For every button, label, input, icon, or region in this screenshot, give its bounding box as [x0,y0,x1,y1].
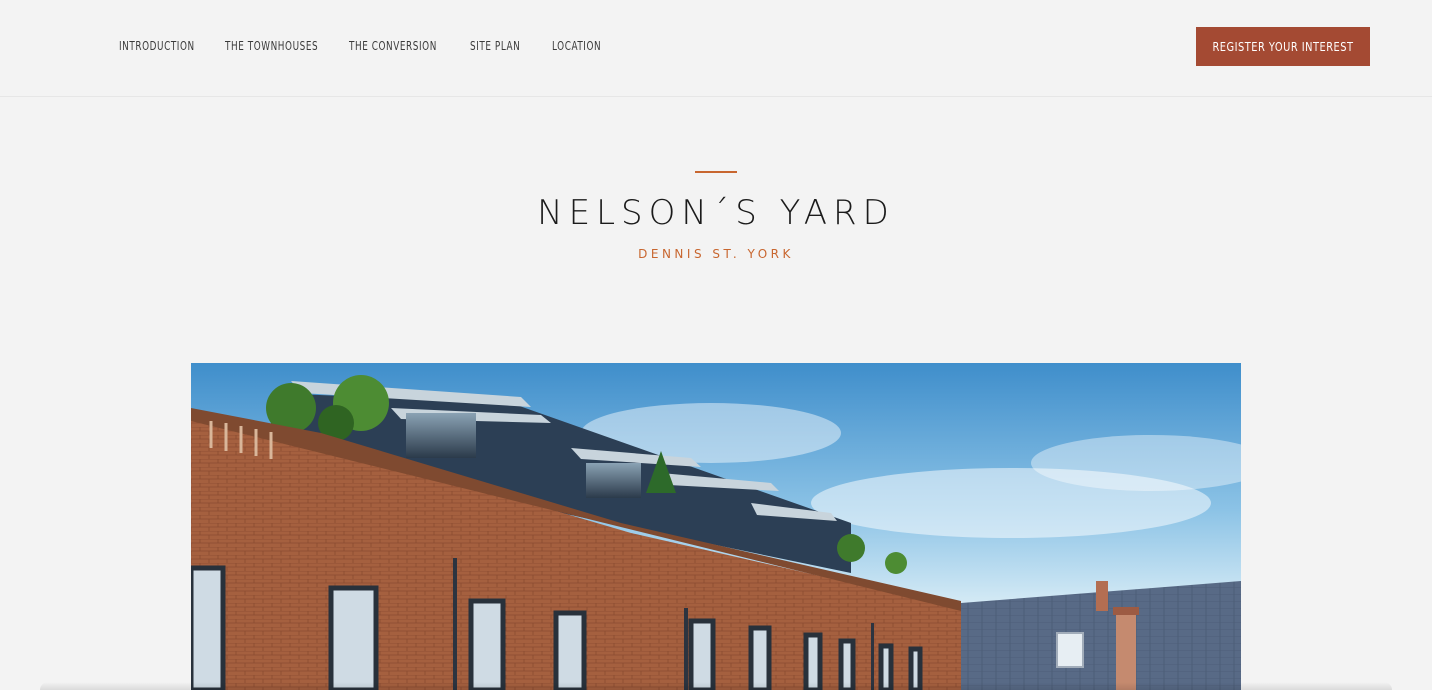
main-nav: INTRODUCTION THE TOWNHOUSES THE CONVERSI… [119,37,634,55]
nav-the-townhouses[interactable]: THE TOWNHOUSES [225,37,318,55]
nav-location[interactable]: LOCATION [552,37,601,55]
townhouse-illustration [191,375,1241,690]
hero-image [191,363,1241,690]
nav-site-plan[interactable]: SITE PLAN [470,37,520,55]
page-subtitle: DENNIS ST. YORK [638,247,794,261]
register-interest-label: REGISTER YOUR INTEREST [1212,39,1354,54]
nav-introduction[interactable]: INTRODUCTION [119,37,194,55]
page-title: NELSON´S YARD [537,193,895,233]
site-header: INTRODUCTION THE TOWNHOUSES THE CONVERSI… [0,0,1432,97]
register-interest-button[interactable]: REGISTER YOUR INTEREST [1196,27,1370,66]
nav-the-conversion[interactable]: THE CONVERSION [349,37,436,55]
page-fold-shadow [40,682,1392,690]
title-accent-rule [695,171,737,173]
